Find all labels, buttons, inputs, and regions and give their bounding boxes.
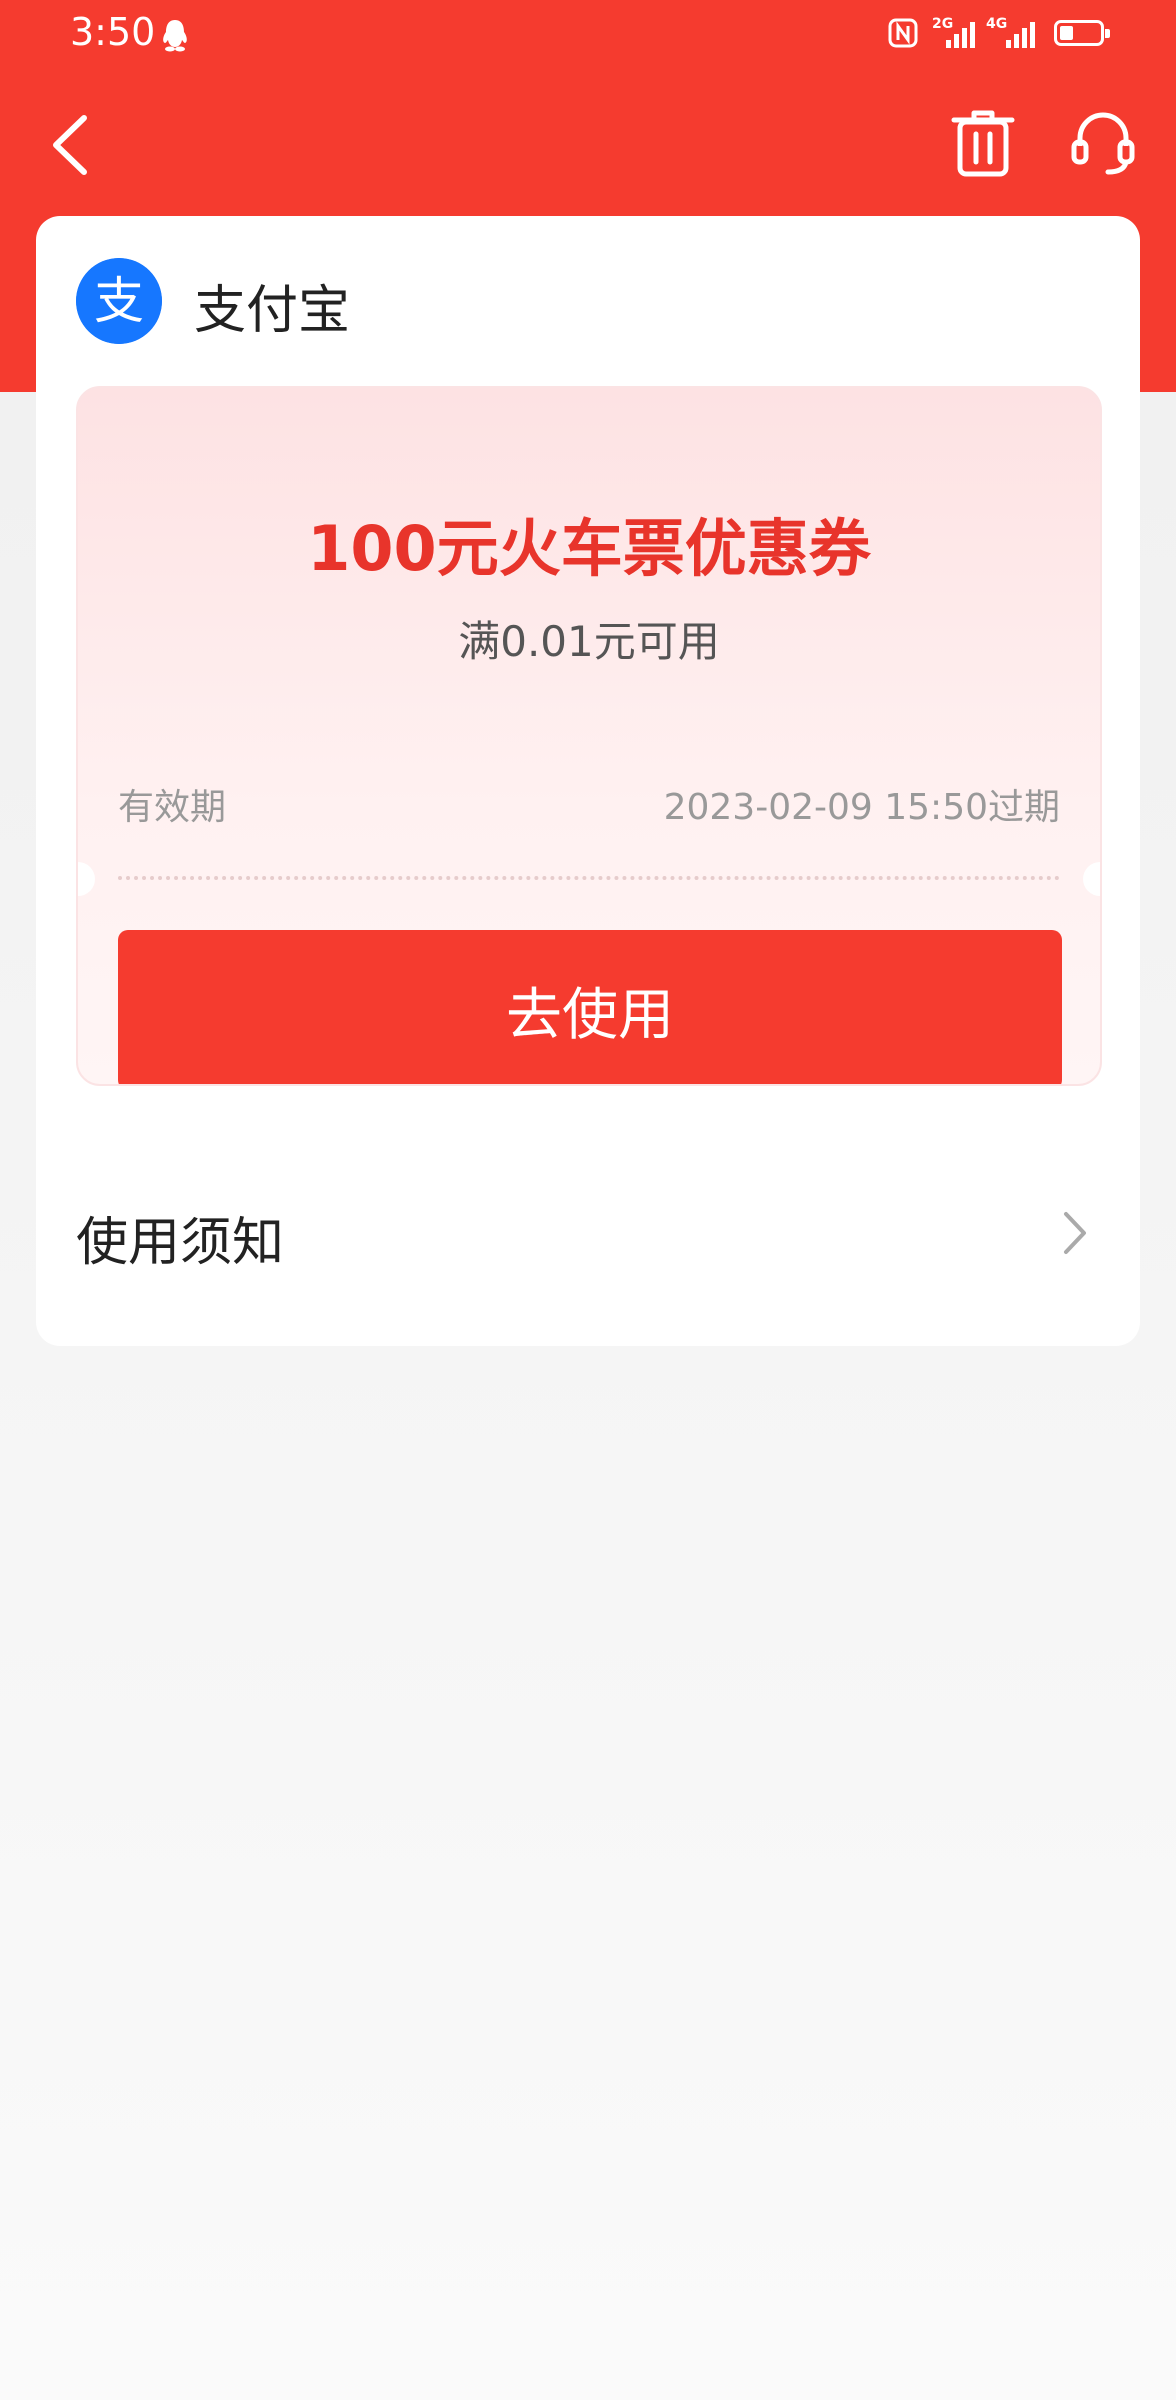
coupon-title: 100元火车票优惠券: [307, 512, 871, 585]
battery-icon: [1054, 20, 1110, 46]
use-coupon-button[interactable]: 去使用: [118, 930, 1062, 1084]
back-button[interactable]: [44, 110, 104, 180]
ticket-notch-left: [78, 862, 95, 896]
signal-2g-icon: 2G: [932, 16, 975, 48]
status-bar: 3:50 2G 4G: [0, 0, 1176, 72]
customer-service-button[interactable]: [1068, 108, 1138, 178]
validity-value: 2023-02-09 15:50过期: [663, 787, 1060, 828]
merchant-name: 支付宝: [194, 281, 351, 341]
ticket-notch-right: [1083, 862, 1100, 896]
delete-button[interactable]: [950, 108, 1016, 178]
usage-notice-row[interactable]: 使用须知: [36, 1176, 1140, 1296]
coupon-detail-card: 支 支付宝 100元火车票优惠券 满0.01元可用 有效期 2023-02-09…: [36, 216, 1140, 1346]
nfc-icon: [888, 18, 918, 48]
validity-label: 有效期: [118, 787, 227, 828]
usage-notice-label: 使用须知: [76, 1213, 285, 1273]
chevron-right-icon: [1064, 1212, 1086, 1254]
coupon-ticket: 100元火车票优惠券 满0.01元可用 有效期 2023-02-09 15:50…: [76, 386, 1102, 1086]
status-time: 3:50: [70, 10, 156, 54]
signal-4g-icon: 4G: [986, 16, 1035, 48]
qq-icon: [163, 20, 187, 52]
ticket-divider: [118, 876, 1060, 880]
trash-icon: [951, 110, 1015, 177]
svg-text:支: 支: [94, 272, 144, 330]
alipay-logo: 支: [76, 258, 162, 344]
coupon-condition: 满0.01元可用: [458, 617, 720, 666]
headset-icon: [1071, 112, 1135, 175]
